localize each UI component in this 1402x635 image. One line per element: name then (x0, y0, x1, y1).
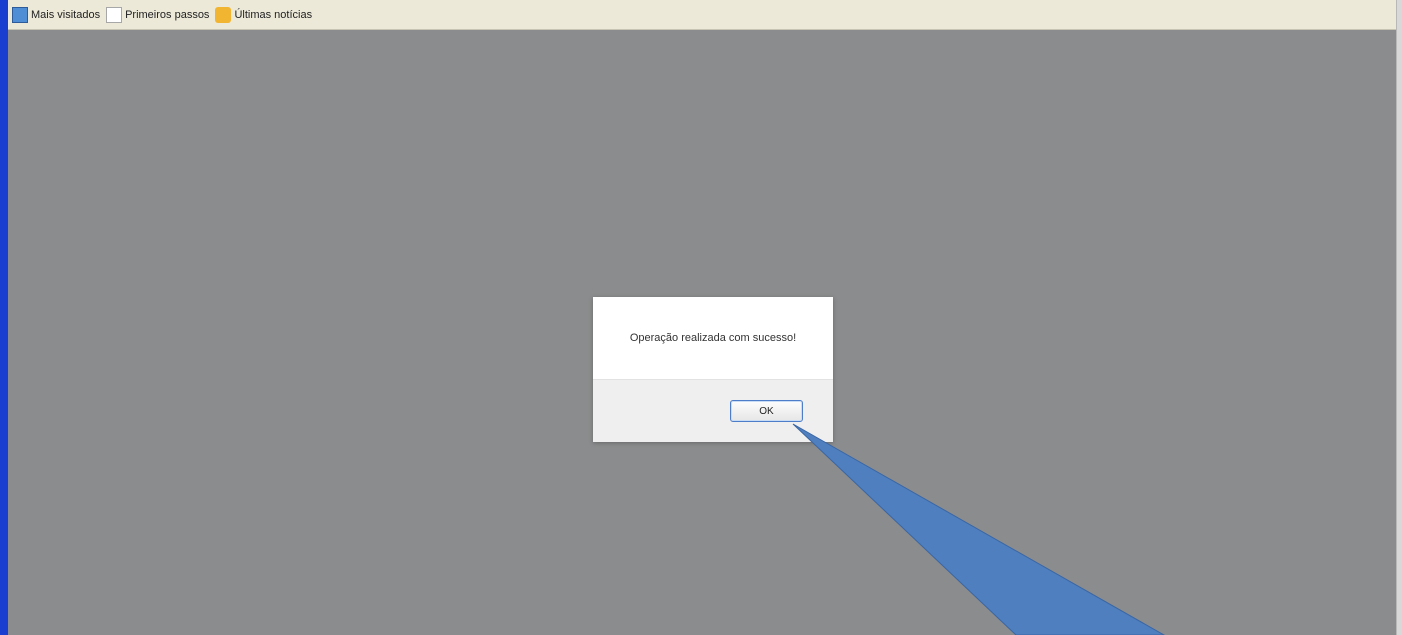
browser-window: Mais visitados Primeiros passos Últimas … (0, 0, 1402, 635)
bookmark-getting-started[interactable]: Primeiros passos (106, 5, 209, 25)
window-scrollbar[interactable] (1396, 0, 1402, 635)
ok-button[interactable]: OK (730, 400, 803, 422)
bookmarks-toolbar: Mais visitados Primeiros passos Últimas … (8, 0, 1397, 30)
bookmark-label: Primeiros passos (125, 8, 210, 21)
window-left-border (0, 0, 8, 635)
bookmark-most-visited[interactable]: Mais visitados (12, 5, 100, 25)
bookmark-latest-news[interactable]: Últimas notícias (215, 5, 312, 25)
pointer-arrow-shape (792, 423, 1166, 635)
dialog-message: Operação realizada com sucesso! (629, 332, 797, 344)
blank-page-icon (106, 6, 123, 23)
rss-feed-icon (215, 6, 232, 23)
bookmark-label: Mais visitados (31, 8, 101, 21)
alert-dialog: Operação realizada com sucesso! OK (593, 297, 833, 442)
bookmark-label: Últimas notícias (234, 8, 313, 21)
dialog-footer: OK (593, 379, 833, 442)
most-visited-icon (12, 6, 28, 23)
